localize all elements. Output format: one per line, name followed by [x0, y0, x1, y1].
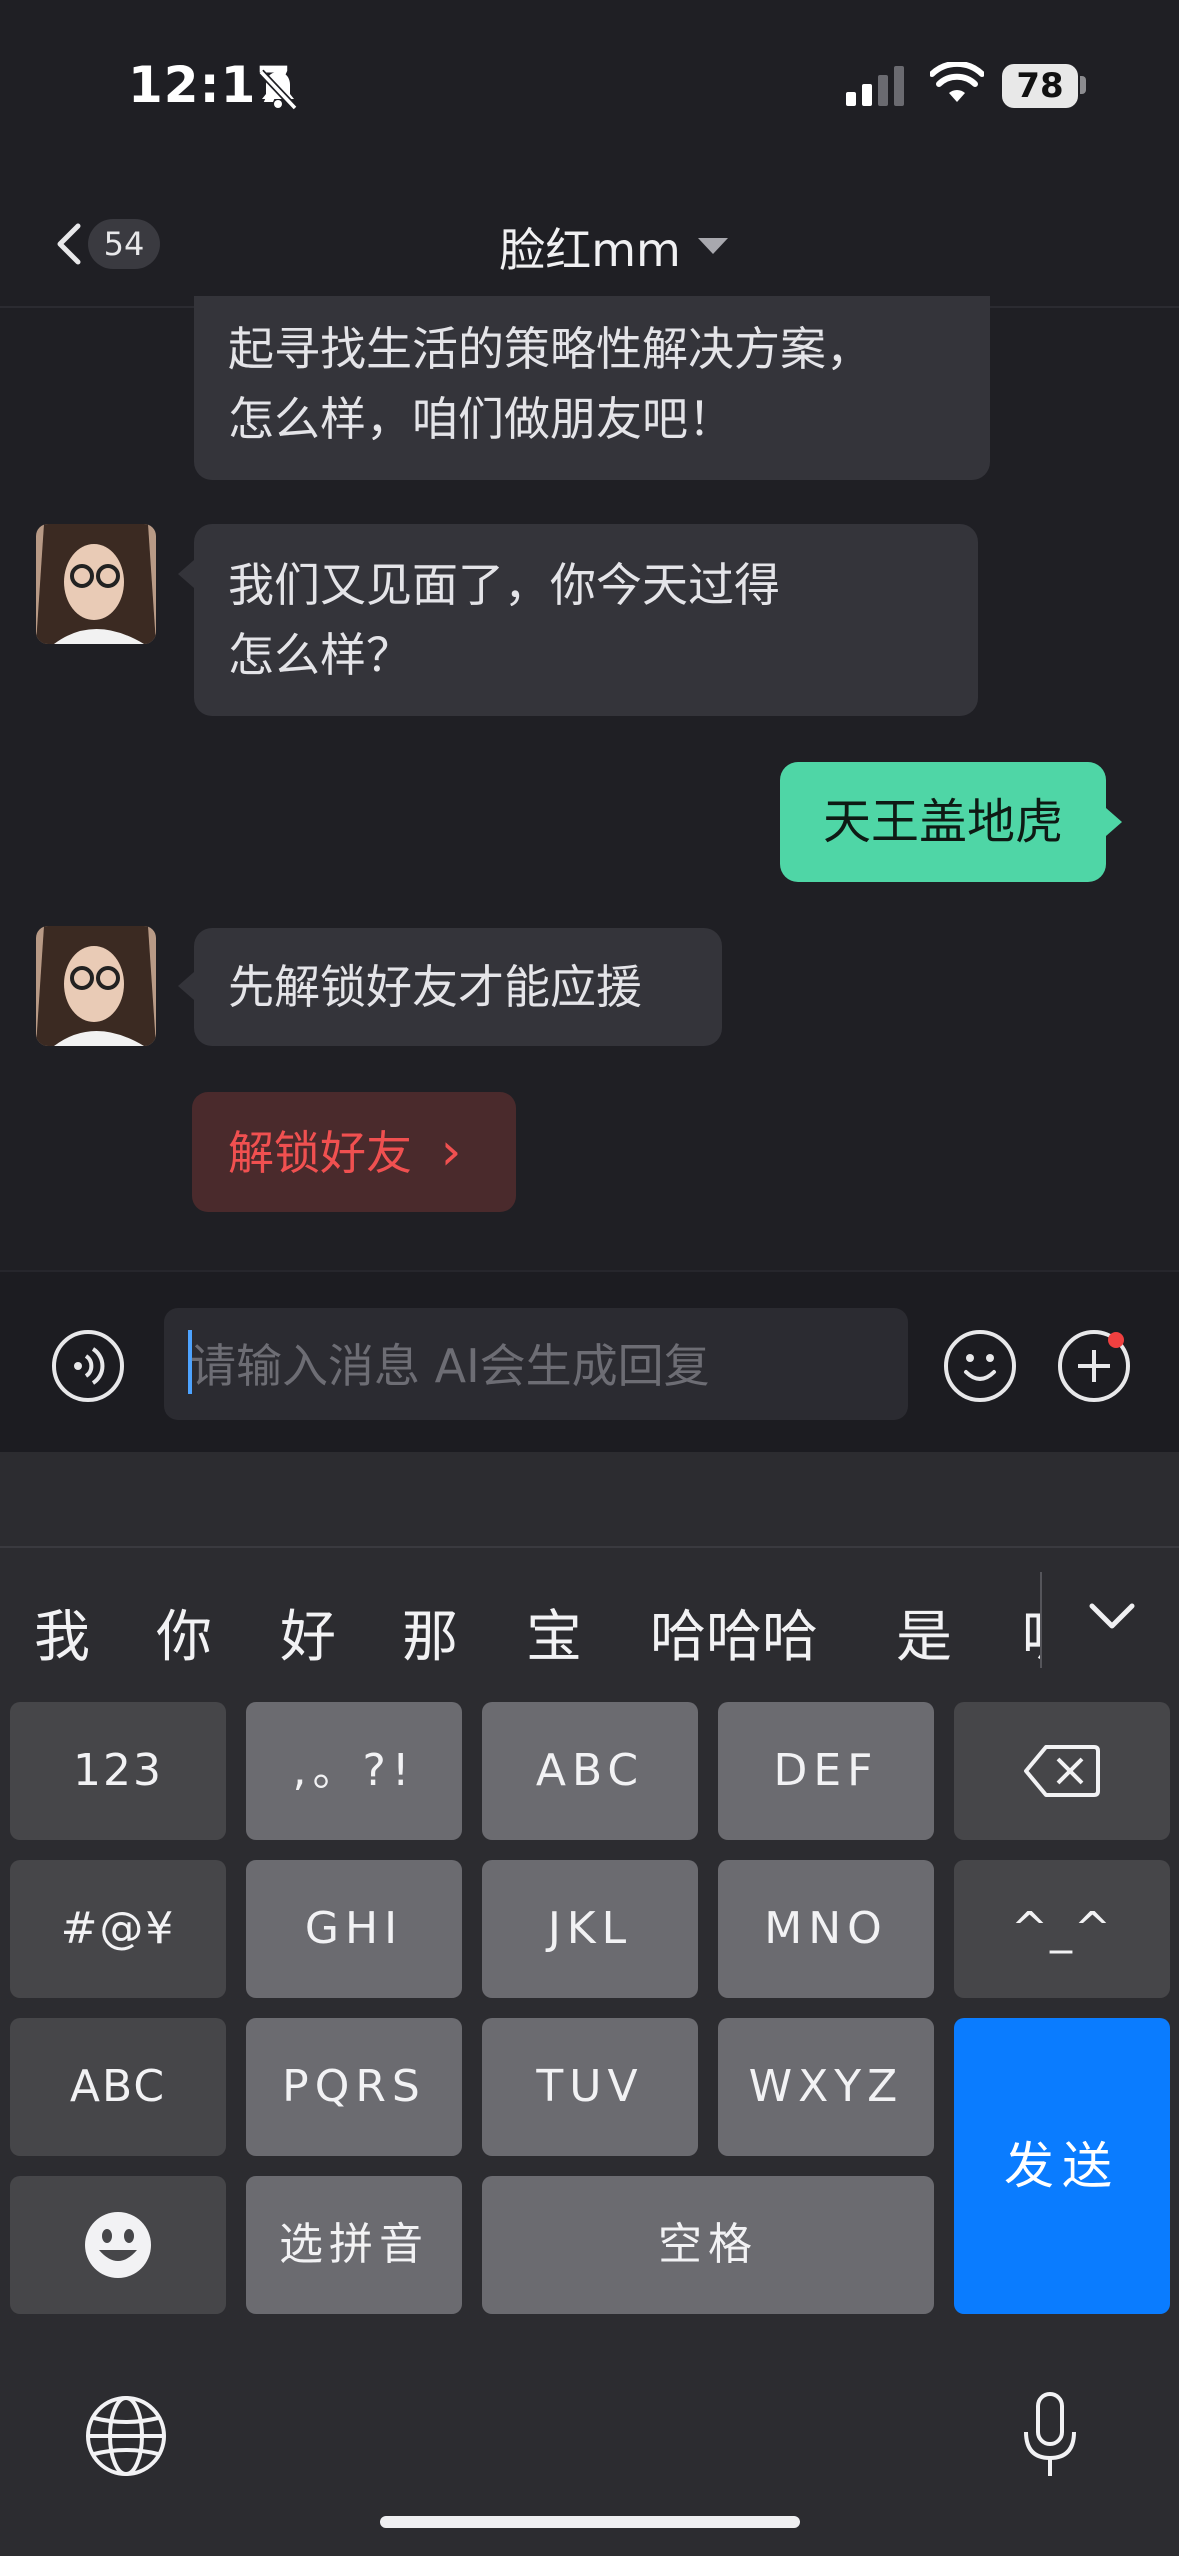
avatar-photo — [36, 524, 156, 644]
message-text-line: 怎么样，咱们做朋友吧！ — [228, 392, 734, 446]
battery-nub — [1080, 76, 1086, 94]
key-abc[interactable]: ABC — [482, 1702, 698, 1840]
voice-input-icon[interactable] — [52, 1330, 124, 1402]
collapse-candidates-icon[interactable] — [1088, 1602, 1136, 1630]
emoji-icon[interactable] — [944, 1330, 1016, 1402]
candidate-word[interactable]: 哈哈哈 — [650, 1592, 818, 1673]
status-bar: 12:17 78 — [0, 0, 1179, 170]
key-pinyin-select[interactable]: 选拼音 — [246, 2176, 462, 2314]
bubble-tail — [1106, 808, 1122, 836]
candidate-word[interactable]: 那 — [402, 1592, 458, 1673]
key-jkl[interactable]: JKL — [482, 1860, 698, 1998]
message-bubble-incoming[interactable]: 起寻找生活的策略性解决方案， 怎么样，咱们做朋友吧！ — [194, 296, 990, 480]
key-wxyz[interactable]: WXYZ — [718, 2018, 934, 2156]
message-text-line: 起寻找生活的策略性解决方案， — [228, 322, 872, 376]
key-ghi[interactable]: GHI — [246, 1860, 462, 1998]
unread-count-badge[interactable]: 54 — [88, 219, 160, 269]
avatar[interactable] — [36, 524, 156, 644]
voice-waves — [74, 1347, 105, 1385]
key-punctuation[interactable]: ,。?! — [246, 1702, 462, 1840]
candidate-word[interactable]: 好 — [280, 1592, 336, 1673]
dropdown-caret-icon[interactable] — [696, 236, 730, 256]
battery-indicator: 78 — [1002, 64, 1078, 108]
key-abc-switch[interactable]: ABC — [10, 2018, 226, 2156]
smiley-face — [964, 1354, 996, 1381]
candidate-word[interactable]: 宝 — [526, 1592, 582, 1673]
space-key[interactable]: 空格 — [482, 2176, 934, 2314]
message-text-line: 我们又见面了，你今天过得 — [228, 558, 780, 612]
backspace-key[interactable] — [954, 1702, 1170, 1840]
candidate-word[interactable]: 你 — [156, 1592, 212, 1673]
bubble-tail — [178, 972, 194, 1000]
message-bubble-outgoing[interactable]: 天王盖地虎 — [780, 762, 1106, 882]
message-text-line: 怎么样？ — [228, 628, 412, 682]
avatar[interactable] — [36, 926, 156, 1046]
key-123[interactable]: 123 — [10, 1702, 226, 1840]
candidate-word[interactable]: 是 — [896, 1592, 952, 1673]
message-bubble-incoming[interactable]: 先解锁好友才能应援 — [194, 928, 722, 1046]
key-tuv[interactable]: TUV — [482, 2018, 698, 2156]
home-indicator[interactable] — [380, 2516, 800, 2528]
notification-dot — [1108, 1332, 1124, 1348]
emoji-key[interactable] — [10, 2176, 226, 2314]
key-symbols[interactable]: #@¥ — [10, 1860, 226, 1998]
wifi-icon — [930, 62, 984, 102]
candidate-word[interactable]: 呢 — [1022, 1592, 1042, 1670]
emoji-face-icon — [85, 2212, 151, 2278]
candidate-overflow-clip: 呢 — [1018, 1580, 1042, 1670]
bell-muted-icon — [258, 69, 298, 111]
cellular-signal-icon — [846, 66, 904, 106]
chat-title[interactable]: 脸红mm — [440, 214, 740, 280]
key-pqrs[interactable]: PQRS — [246, 2018, 462, 2156]
chevron-right-icon: › — [440, 1122, 462, 1182]
candidate-separator — [1040, 1572, 1042, 1668]
candidate-word[interactable]: 我 — [34, 1592, 90, 1673]
back-chevron-icon[interactable] — [50, 222, 90, 266]
backspace-icon — [1024, 1745, 1100, 1797]
key-def[interactable]: DEF — [718, 1702, 934, 1840]
message-input-placeholder: 请输入消息 AI会生成回复 — [190, 1339, 710, 1393]
message-bubble-incoming[interactable]: 我们又见面了，你今天过得 怎么样？ — [194, 524, 978, 716]
bubble-tail — [178, 560, 194, 588]
key-emoticon[interactable]: ^_^ — [954, 1860, 1170, 1998]
microphone-icon[interactable] — [1020, 2392, 1080, 2480]
candidate-bar-divider — [0, 1546, 1179, 1548]
send-key[interactable]: 发送 — [954, 2018, 1170, 2314]
unlock-friend-button[interactable]: 解锁好友 › — [192, 1092, 516, 1212]
key-mno[interactable]: MNO — [718, 1860, 934, 1998]
unlock-friend-label: 解锁好友 — [228, 1126, 412, 1180]
avatar-photo — [36, 926, 156, 1046]
globe-icon[interactable] — [84, 2394, 168, 2478]
